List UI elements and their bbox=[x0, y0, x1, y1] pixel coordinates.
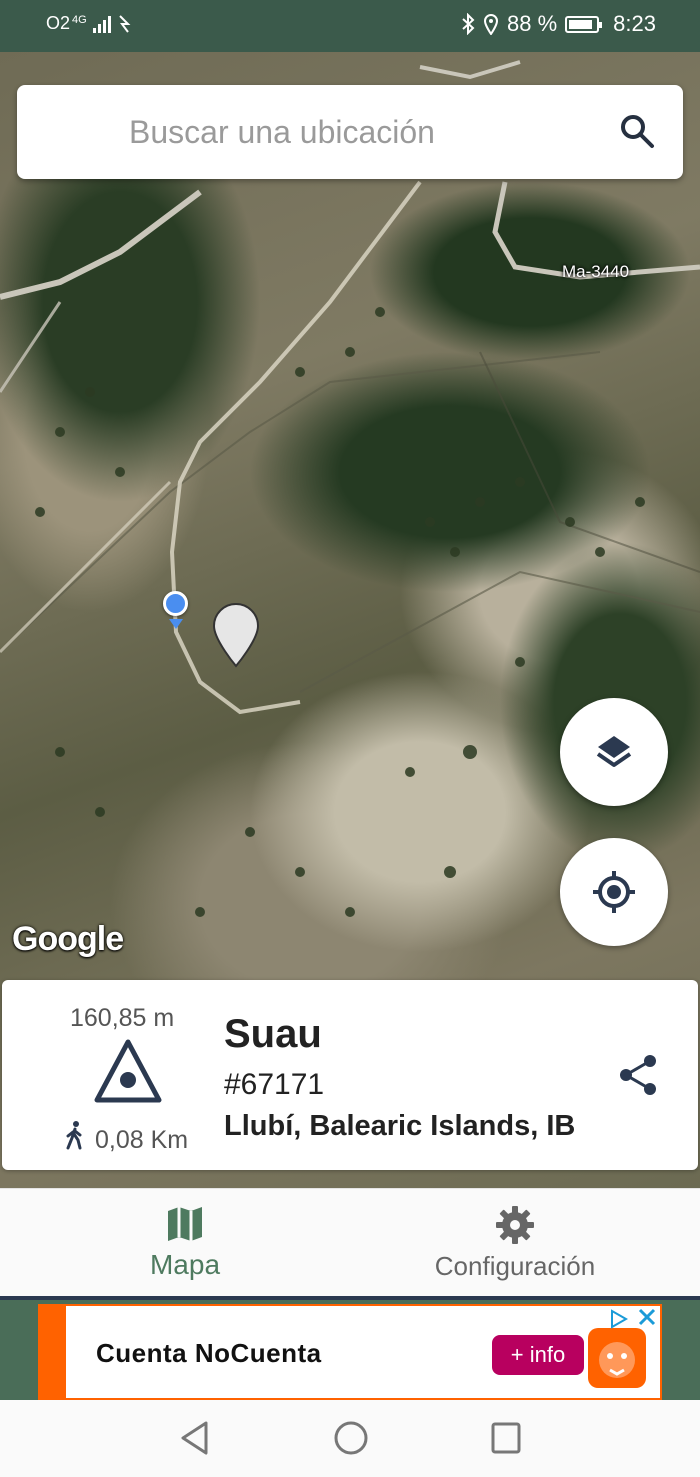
system-navigation-bar bbox=[0, 1400, 700, 1477]
gear-icon bbox=[496, 1206, 534, 1244]
google-attribution: Google bbox=[12, 920, 124, 958]
status-bar: O2 4G 88 % 8:23 bbox=[0, 0, 700, 52]
geodesic-vertex-icon bbox=[94, 1039, 162, 1103]
home-icon[interactable] bbox=[333, 1420, 369, 1456]
ad-lion-logo-icon bbox=[588, 1328, 646, 1388]
nav-item-mapa[interactable]: Mapa bbox=[100, 1189, 270, 1297]
layers-button[interactable] bbox=[560, 698, 668, 806]
nav-label-configuracion: Configuración bbox=[434, 1251, 596, 1281]
my-location-icon bbox=[593, 871, 635, 913]
ad-banner[interactable]: Cuenta NoCuenta + info bbox=[38, 1304, 662, 1400]
status-left: O2 4G bbox=[46, 13, 131, 34]
location-code: #67171 bbox=[224, 1068, 325, 1101]
nav-item-configuracion[interactable]: Configuración bbox=[410, 1189, 620, 1297]
map-icon bbox=[168, 1207, 202, 1241]
layers-icon bbox=[596, 736, 632, 767]
location-name: Suau bbox=[224, 1012, 322, 1056]
battery-percent: 88 % bbox=[507, 11, 558, 36]
ad-brand-stripe bbox=[40, 1306, 66, 1398]
ad-banner-container: Cuenta NoCuenta + info bbox=[0, 1296, 700, 1400]
my-location-button[interactable] bbox=[560, 838, 668, 946]
location-info-card[interactable]: 160,85 m 0,08 Km Suau #67171 Llubí, Bale… bbox=[2, 980, 698, 1170]
current-location-dot bbox=[163, 591, 188, 616]
walking-icon bbox=[66, 1121, 82, 1150]
location-region: Llubí, Balearic Islands, IB bbox=[224, 1110, 576, 1142]
recents-icon[interactable] bbox=[490, 1420, 522, 1456]
battery-icon bbox=[565, 15, 603, 33]
distance-value: 0,08 Km bbox=[95, 1126, 189, 1154]
adchoices-icon[interactable] bbox=[608, 1308, 630, 1330]
bluetooth-icon bbox=[462, 13, 475, 35]
clock: 8:23 bbox=[613, 11, 656, 36]
bottom-navigation: Mapa Configuración bbox=[0, 1188, 700, 1296]
share-icon[interactable] bbox=[616, 1052, 662, 1098]
ad-title: Cuenta NoCuenta bbox=[96, 1338, 322, 1368]
signal-icon bbox=[92, 15, 111, 33]
data-activity-icon bbox=[118, 14, 131, 33]
ad-info-button[interactable]: + info bbox=[492, 1335, 584, 1375]
search-placeholder: Buscar una ubicación bbox=[129, 114, 435, 150]
network-label: 4G bbox=[72, 13, 87, 26]
ad-close-icon[interactable] bbox=[636, 1306, 658, 1328]
carrier-label: O2 bbox=[46, 13, 71, 33]
search-bar[interactable]: Buscar una ubicación bbox=[17, 85, 683, 179]
nav-label-mapa: Mapa bbox=[149, 1249, 221, 1280]
back-icon[interactable] bbox=[180, 1420, 210, 1456]
search-icon[interactable] bbox=[619, 113, 655, 149]
status-right: 88 % 8:23 bbox=[461, 11, 656, 37]
location-status-icon bbox=[484, 14, 499, 35]
heading-arrow-icon bbox=[169, 619, 183, 629]
road-label: Ma-3440 bbox=[562, 262, 630, 281]
elevation-value: 160,85 m bbox=[70, 1004, 175, 1032]
map-marker-icon[interactable] bbox=[212, 602, 260, 668]
